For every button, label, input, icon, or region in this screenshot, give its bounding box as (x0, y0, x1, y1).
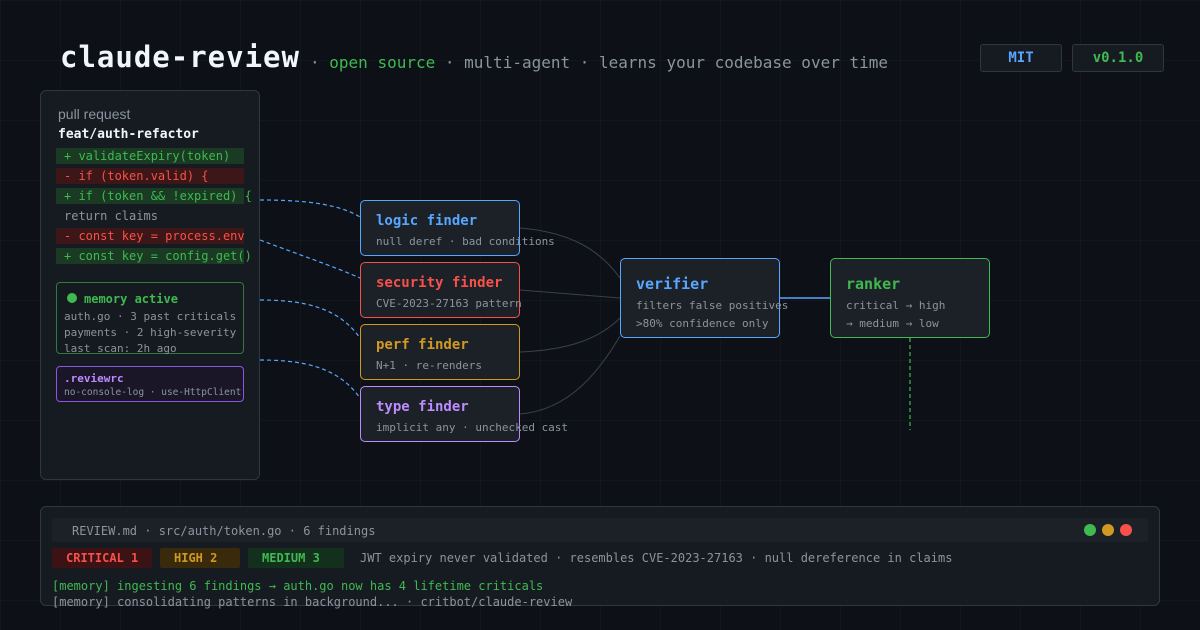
memory-line: last scan: 2h ago (64, 342, 177, 355)
node-title: logic finder (376, 213, 478, 229)
pr-branch: feat/auth-refactor (58, 127, 199, 142)
critical-count-badge: CRITICAL 1 (52, 548, 152, 568)
ranker-title: ranker (846, 275, 901, 293)
memory-line: auth.go · 3 past criticals (64, 310, 237, 323)
memory-title: memory active (84, 292, 178, 306)
window-dot-green-icon (1084, 524, 1096, 536)
pr-heading: pull request (58, 106, 131, 122)
findings-summary: JWT expiry never validated · resembles C… (360, 551, 953, 565)
node-subtitle: null deref · bad conditions (376, 235, 555, 248)
diff-line: + if (token && !expired) { (56, 188, 252, 204)
connector-security-verifier (519, 289, 621, 299)
reviewrc-title: .reviewrc (64, 372, 124, 385)
window-dot-red-icon (1120, 524, 1132, 536)
ranker-line: critical → high (846, 299, 946, 312)
window-dot-yellow-icon (1102, 524, 1114, 536)
diff-line: - const key = process.env (56, 228, 245, 244)
diff-line: - if (token.valid) { (56, 168, 244, 184)
medium-count-badge: MEDIUM 3 (248, 548, 344, 568)
perf-finder-node: perf finder N+1 · re-renders (360, 324, 520, 380)
diff-line: return claims (64, 209, 158, 223)
output-file-line: REVIEW.md · src/auth/token.go · 6 findin… (72, 524, 376, 538)
node-subtitle: N+1 · re-renders (376, 359, 482, 372)
verifier-line: filters false positives (636, 299, 789, 312)
node-title: security finder (376, 275, 503, 291)
node-title: type finder (376, 399, 469, 415)
diff-line: + const key = config.get() (56, 248, 252, 264)
type-finder-node: type finder implicit any · unchecked cas… (360, 386, 568, 442)
node-subtitle: implicit any · unchecked cast (376, 421, 569, 434)
dashed-connector-perf (259, 299, 361, 339)
memory-log-line: [memory] consolidating patterns in backg… (52, 595, 573, 609)
ranker-line: → medium → low (846, 317, 939, 330)
verifier-title: verifier (636, 275, 709, 293)
ranker-node: ranker critical → high → medium → low (830, 258, 990, 338)
dashed-connector-logic (259, 199, 361, 218)
logic-finder-node: logic finder null deref · bad conditions (360, 200, 555, 256)
connector-perf-verifier (519, 317, 621, 353)
memory-status-dot-icon (67, 293, 77, 303)
memory-log-line: [memory] ingesting 6 findings → auth.go … (52, 579, 544, 593)
security-finder-node: security finder CVE-2023-27163 pattern (360, 262, 522, 318)
node-title: perf finder (376, 337, 469, 353)
dashed-connector-security (259, 239, 361, 279)
verifier-line: >80% confidence only (636, 317, 769, 330)
dashed-connector-type (259, 359, 361, 399)
diff-line: + validateExpiry(token) (56, 148, 244, 164)
high-count-badge: HIGH 2 (160, 548, 240, 568)
connector-type-verifier (519, 335, 621, 415)
memory-line: payments · 2 high-severity (64, 326, 237, 339)
reviewrc-rules: no-console-log · use-HttpClient (64, 387, 242, 398)
node-subtitle: CVE-2023-27163 pattern (376, 297, 522, 310)
verifier-node: verifier filters false positives >80% co… (620, 258, 788, 338)
